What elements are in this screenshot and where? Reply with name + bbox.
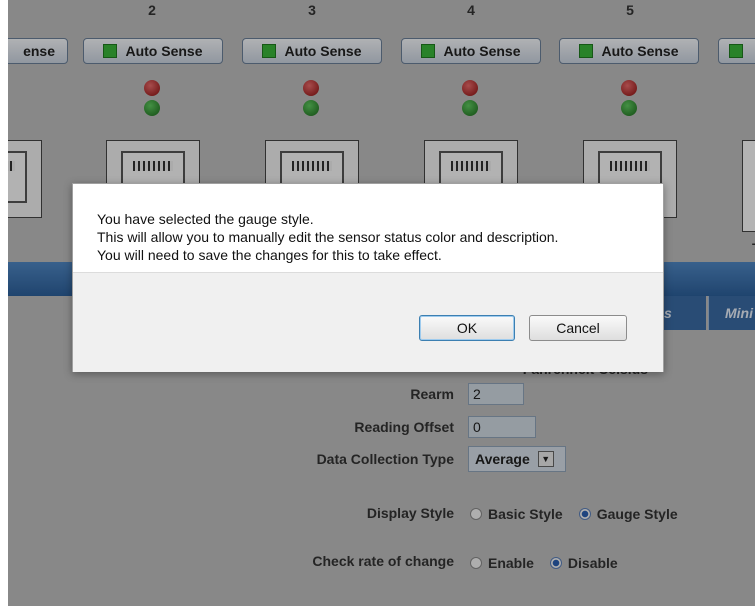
dialog-message-line: You will need to save the changes for th… [97,247,442,263]
dialog-message: You have selected the gauge style. This … [73,184,663,272]
cancel-button[interactable]: Cancel [529,315,627,341]
dialog-footer: OK Cancel [73,272,663,372]
dialog-message-line: This will allow you to manually edit the… [97,229,559,245]
dialog-message-line: You have selected the gauge style. [97,211,314,227]
ok-button[interactable]: OK [419,315,515,341]
confirm-dialog: You have selected the gauge style. This … [72,183,664,372]
